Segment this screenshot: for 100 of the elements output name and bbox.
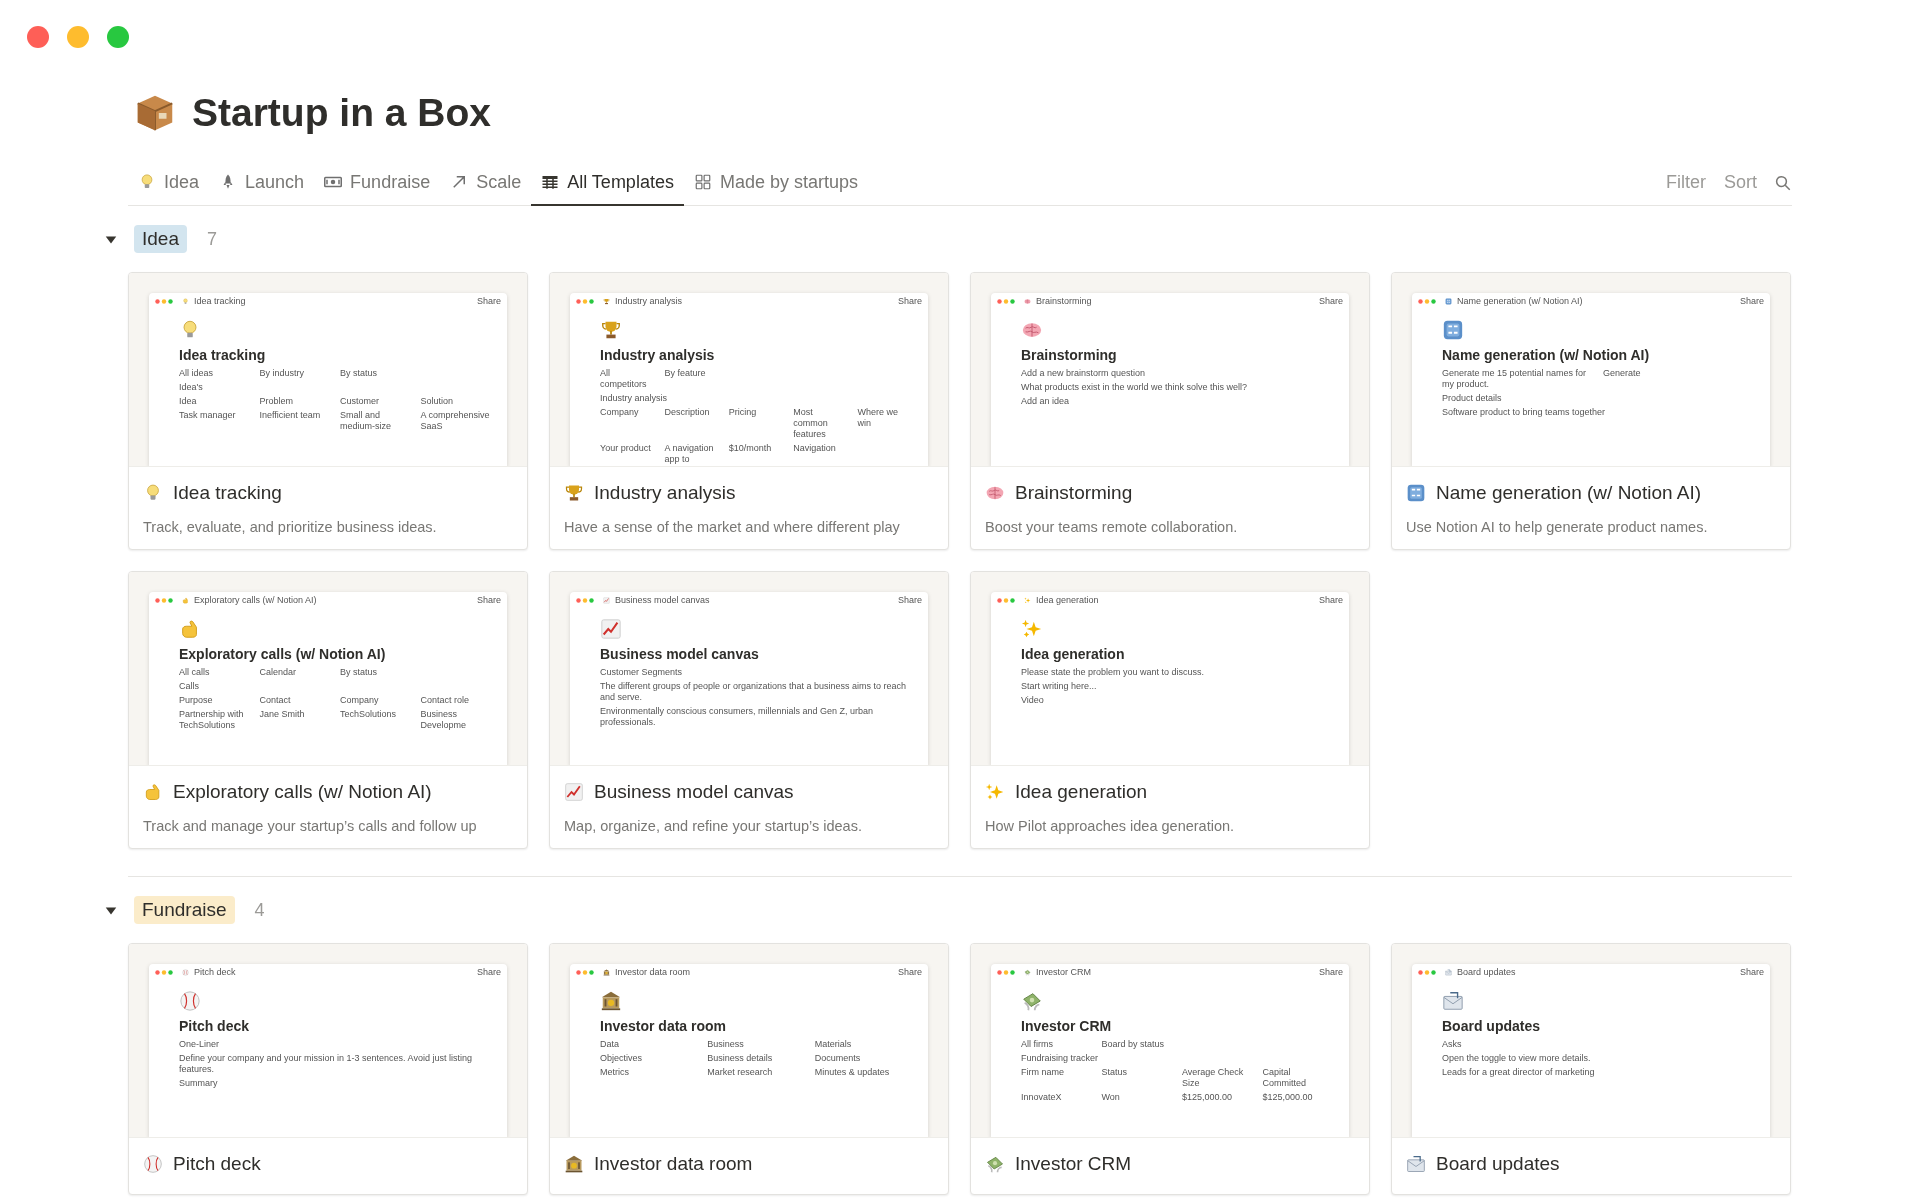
group-count: 7 — [207, 228, 217, 250]
preview-text: Materials — [814, 1039, 853, 1050]
preview-text: Most common features — [793, 407, 829, 440]
share-link[interactable]: Share — [897, 967, 922, 977]
group-count: 4 — [254, 899, 265, 921]
share-link[interactable]: Share — [897, 595, 922, 605]
share-link[interactable]: Share — [476, 296, 501, 306]
share-link[interactable]: Share — [897, 296, 922, 306]
preview-text: Market research — [707, 1067, 774, 1078]
preview-text: By status — [340, 368, 378, 379]
view-tab[interactable]: Made by startups — [683, 160, 868, 206]
breadcrumb: Exploratory calls (w/ Notion AI) — [194, 595, 317, 605]
preview-text: Partnership with TechSolutions — [179, 709, 245, 731]
preview-text: Documents — [814, 1053, 862, 1064]
preview-text: Asks — [1442, 1039, 1463, 1050]
preview-text: Description — [664, 407, 711, 419]
breadcrumb: Idea tracking — [194, 296, 246, 306]
preview-text: All firms — [1021, 1039, 1054, 1050]
preview-text: Won — [1101, 1092, 1121, 1103]
template-card[interactable]: Board updates Share Board updates Asks Open the toggle to view more details. Leads for a great director of marketing Board updates — [1391, 943, 1791, 1195]
preview-text: Add an idea — [1021, 396, 1071, 407]
preview-text: TechSolutions — [340, 709, 398, 721]
template-card[interactable]: Investor CRM Share Investor CRM All firms Board by status Fundraising tracker Firm name Status Average Check Size Capital Committed InnovateX Won $125,000.00 $125,000.00 Investor CRM — [970, 943, 1370, 1195]
preview-text: Business details — [707, 1053, 774, 1064]
card-title: Industry analysis — [594, 482, 736, 504]
breadcrumb: Industry analysis — [615, 296, 683, 306]
card-description: Boost your teams remote collaboration. — [985, 519, 1239, 535]
preview-text: Metrics — [600, 1067, 630, 1078]
card-title: Investor data room — [594, 1153, 753, 1175]
template-card[interactable]: Investor data room Share Investor data room Data Business Materials Objectives Business details Documents Metrics Market research Minutes & updates Investor data room — [549, 943, 949, 1195]
breadcrumb: Name generation (w/ Notion AI) — [1457, 296, 1583, 306]
preview-text: Calendar — [259, 667, 298, 678]
preview-text: Add a new brainstorm question — [1021, 368, 1147, 379]
preview-text: Video — [1021, 695, 1045, 706]
page-title: Board updates — [1442, 1018, 1541, 1034]
preview-text: Business — [707, 1039, 745, 1050]
card-title: Investor CRM — [1015, 1153, 1132, 1175]
preview-text: Board by status — [1101, 1039, 1166, 1050]
preview-text: Inefficient team — [259, 410, 322, 422]
preview-text: Fundraising tracker — [1021, 1053, 1100, 1064]
template-card[interactable]: Idea generation Share Idea generation Please state the problem you want to discuss. Start writing here... Video Idea generation How Pilot approaches idea generation. — [970, 571, 1370, 849]
preview-text: What products exist in the world we think solve this well? — [1021, 382, 1249, 393]
view-tab[interactable]: Launch — [209, 160, 315, 206]
preview-text: Task manager — [179, 410, 237, 422]
preview-text: Status — [1101, 1067, 1128, 1079]
share-link[interactable]: Share — [1318, 967, 1343, 977]
breadcrumb: Idea generation — [1036, 595, 1099, 605]
preview-text: By industry — [259, 368, 306, 379]
preview-text: Average Check Size — [1182, 1067, 1245, 1089]
preview-text: Minutes & updates — [814, 1067, 891, 1078]
share-link[interactable]: Share — [476, 967, 501, 977]
group-label: Fundraise — [134, 896, 235, 924]
breadcrumb: Business model canvas — [615, 595, 710, 605]
page-title: Exploratory calls (w/ Notion AI) — [179, 646, 387, 662]
preview-text: Your product — [600, 443, 652, 455]
share-link[interactable]: Share — [1318, 595, 1343, 605]
preview-text: Data — [600, 1039, 620, 1050]
preview-text: Capital Committed — [1262, 1067, 1307, 1089]
preview-text: The different groups of people or organizations that a business aims to reach and serve. — [600, 681, 908, 703]
preview-text: $125,000.00 — [1262, 1092, 1314, 1103]
preview-text: Small and medium-size — [340, 410, 392, 432]
preview-text: $10/month — [728, 443, 773, 455]
template-card[interactable]: Pitch deck Share Pitch deck One-Liner Define your company and your mission in 1-3 sentences. Avoid just listing features. Summary Pitch deck — [128, 943, 528, 1195]
preview-text: Business Developme — [420, 709, 468, 731]
breadcrumb: Board updates — [1457, 967, 1516, 977]
view-tab[interactable]: Idea — [128, 160, 210, 206]
page-title: Idea tracking — [179, 347, 267, 363]
view-tab[interactable]: All Templates — [531, 160, 684, 206]
preview-text: Where we win — [857, 407, 900, 430]
preview-text: Open the toggle to view more details. — [1442, 1053, 1592, 1064]
preview-text: Customer Segments — [600, 667, 684, 678]
share-link[interactable]: Share — [1739, 967, 1764, 977]
page-title: Industry analysis — [600, 347, 716, 363]
preview-text: Company — [340, 695, 380, 706]
view-tab[interactable]: Scale — [440, 160, 532, 206]
breadcrumb: Investor CRM — [1036, 967, 1091, 977]
preview-text: Idea's — [179, 382, 204, 393]
page-title: Investor CRM — [1021, 1018, 1113, 1034]
page-title: Pitch deck — [179, 1018, 251, 1034]
preview-text: A comprehensive SaaS — [420, 410, 491, 432]
preview-text: Idea — [179, 396, 198, 407]
page-title: Name generation (w/ Notion AI) — [1442, 347, 1651, 363]
breadcrumb: Pitch deck — [194, 967, 236, 977]
preview-text: Leads for a great director of marketing — [1442, 1067, 1596, 1078]
card-title: Idea generation — [1015, 781, 1148, 803]
share-link[interactable]: Share — [1318, 296, 1343, 306]
card-title: Name generation (w/ Notion AI) — [1436, 482, 1702, 504]
preview-text: Contact role — [420, 695, 471, 706]
share-link[interactable]: Share — [476, 595, 501, 605]
preview-text: All competitors — [600, 368, 648, 390]
page-title: Idea generation — [1021, 646, 1126, 662]
view-tab[interactable]: Fundraise — [314, 160, 441, 206]
preview-text: Define your company and your mission in 1-3 sentences. Avoid just listing features. — [179, 1053, 473, 1075]
template-card[interactable]: Brainstorming Share Brainstorming Add a new brainstorm question What products exist in the world we think solve this well? Add an idea Brainstorming Boost your teams remote collaboration. — [970, 272, 1370, 550]
preview-text: One-Liner — [179, 1039, 221, 1050]
page-title: Investor data room — [600, 1018, 728, 1034]
share-link[interactable]: Share — [1739, 296, 1764, 306]
card-title: Idea tracking — [173, 482, 282, 504]
preview-text: Contact — [259, 695, 292, 706]
preview-text: By feature — [664, 368, 707, 380]
